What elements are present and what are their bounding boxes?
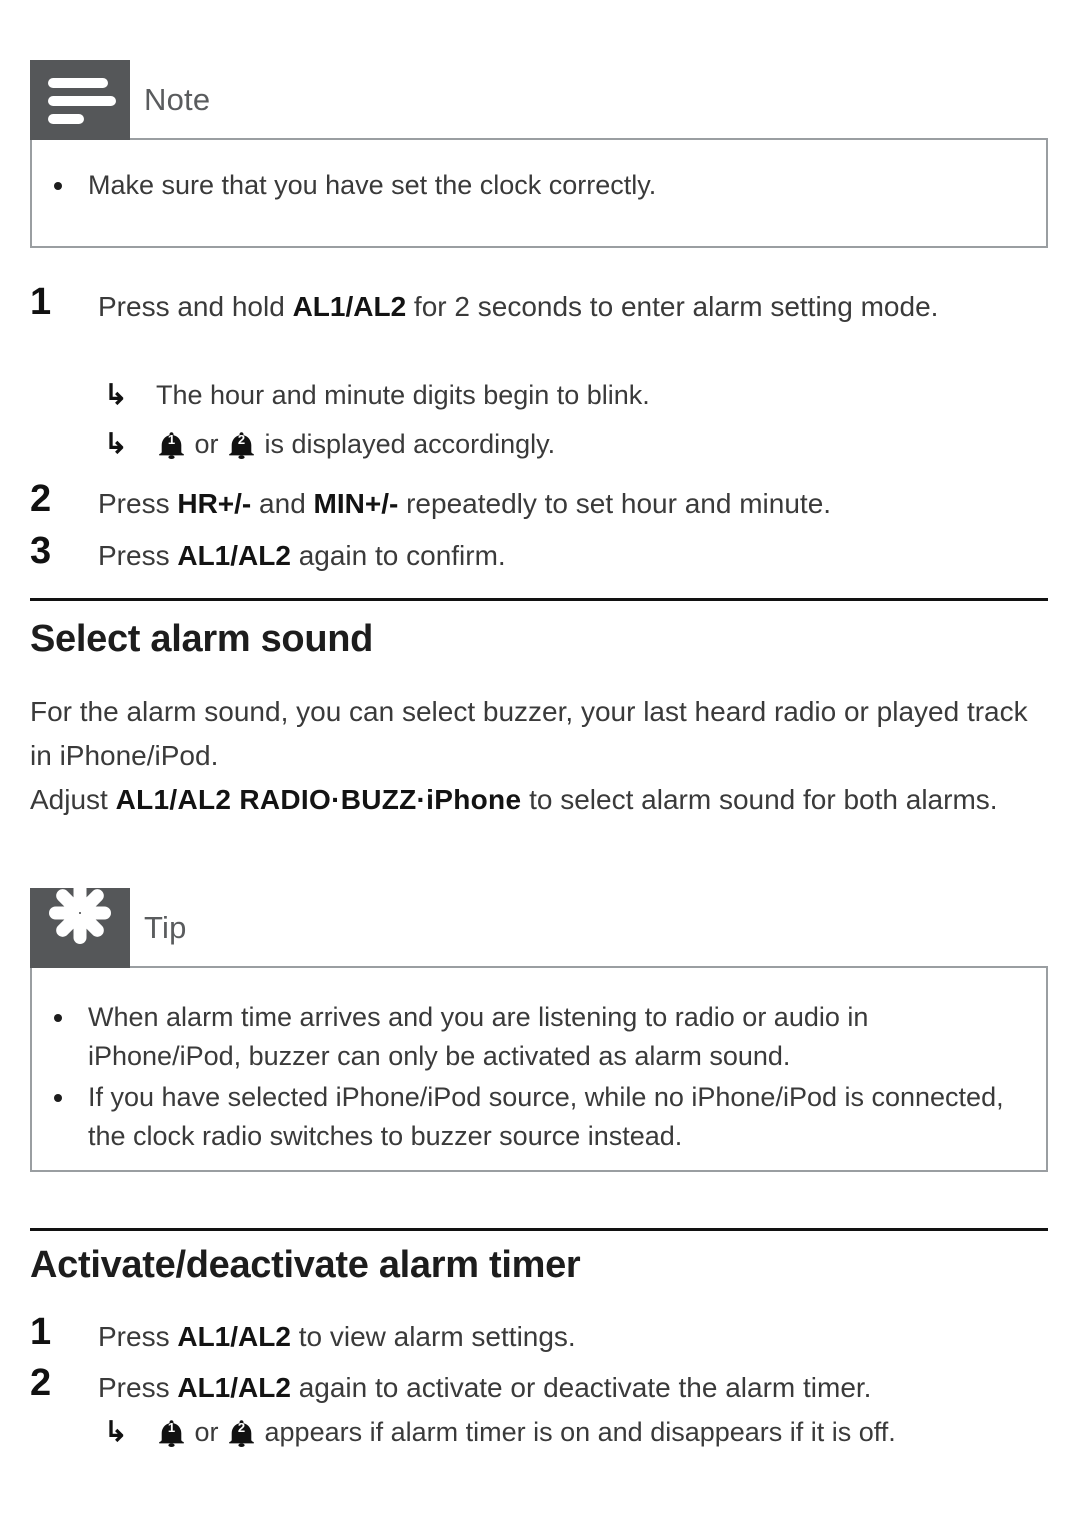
- paragraph-part: to select alarm sound for both alarms.: [521, 784, 998, 815]
- step-number: 2: [30, 478, 52, 520]
- result-text: The hour and minute digits begin to blin…: [156, 380, 650, 410]
- button-label-al1-al2: AL1/AL2: [177, 1372, 291, 1403]
- select-alarm-sound-paragraph-2: Adjust AL1/AL2 RADIO·BUZZ·iPhone to sele…: [30, 778, 1050, 822]
- step-text-part: Press: [98, 1321, 178, 1352]
- note-callout-title: Note: [144, 82, 211, 117]
- step-2: 2 Press HR+/- and MIN+/- repeatedly to s…: [30, 478, 1050, 526]
- alarm-bell-2-icon: 2: [228, 430, 255, 459]
- step-text: Press AL1/AL2 to view alarm settings.: [98, 1315, 1050, 1359]
- button-label-min: MIN+/-: [313, 488, 399, 519]
- step-1-result-1: ↳ The hour and minute digits begin to bli…: [104, 374, 1054, 416]
- tip-callout-title: Tip: [144, 910, 187, 945]
- manual-page: Note Make sure that you have set the clo…: [0, 0, 1080, 1532]
- alarm-bell-2-number: 2: [237, 432, 246, 447]
- list-item: Make sure that you have set the clock co…: [32, 166, 1022, 205]
- page-title-activate-deactivate: Activate/deactivate alarm timer: [30, 1244, 581, 1286]
- result-text-mid: or: [187, 1417, 227, 1447]
- step-1: 1 Press and hold AL1/AL2 for 2 seconds t…: [30, 281, 1050, 329]
- paragraph-part: Adjust: [30, 784, 116, 815]
- step-text-part: Press and hold: [98, 291, 293, 322]
- page-title-select-alarm-sound: Select alarm sound: [30, 618, 374, 660]
- button-label-al1-al2: AL1/AL2: [177, 1321, 291, 1352]
- alarm-bell-1-icon: 1: [158, 1418, 185, 1447]
- step-1-result-2: ↳ 1 or 2 is displayed accordingly.: [104, 423, 1054, 465]
- note-lines-icon: [30, 60, 130, 140]
- step-number: 2: [30, 1362, 52, 1404]
- alarm-bell-1-number: 1: [167, 432, 176, 447]
- result-text: appears if alarm timer is on and disappe…: [257, 1417, 896, 1447]
- step-3: 3 Press AL1/AL2 again to confirm.: [30, 530, 1050, 578]
- result-arrow-icon: ↳: [104, 1416, 128, 1447]
- activate-step-2: 2 Press AL1/AL2 again to activate or dea…: [30, 1362, 1050, 1410]
- step-text-part: Press: [98, 540, 178, 571]
- button-label-hr: HR+/-: [177, 488, 252, 519]
- activate-step-1: 1 Press AL1/AL2 to view alarm settings.: [30, 1311, 1050, 1359]
- step-number: 1: [30, 1311, 52, 1353]
- starburst-icon: [30, 882, 130, 968]
- button-label-al1-al2: AL1/AL2: [292, 291, 407, 322]
- step-text: Press AL1/AL2 again to activate or deact…: [98, 1366, 1050, 1410]
- section-divider: [30, 1228, 1048, 1231]
- section-divider: [30, 598, 1048, 601]
- list-item: If you have selected iPhone/iPod source,…: [32, 1078, 1022, 1156]
- note-callout-header: Note: [30, 60, 1048, 140]
- step-text: Press and hold AL1/AL2 for 2 seconds to …: [98, 285, 1050, 329]
- step-number: 1: [30, 281, 52, 323]
- control-label-radio-buzz-iphone: AL1/AL2 RADIO·BUZZ·iPhone: [115, 784, 522, 815]
- button-label-al1-al2: AL1/AL2: [177, 540, 291, 571]
- step-text-part: again to confirm.: [290, 540, 506, 571]
- alarm-bell-2-icon: 2: [228, 1418, 255, 1447]
- note-bullet-list: Make sure that you have set the clock co…: [32, 166, 1022, 205]
- step-text-part: Press: [98, 1372, 178, 1403]
- alarm-bell-1-icon: 1: [158, 430, 185, 459]
- step-text-part: for 2 seconds to enter alarm setting mod…: [406, 291, 939, 322]
- step-text-part: to view alarm settings.: [290, 1321, 576, 1352]
- step-text: Press AL1/AL2 again to confirm.: [98, 534, 1050, 578]
- step-text: Press HR+/- and MIN+/- repeatedly to set…: [98, 482, 1050, 526]
- step-number: 3: [30, 530, 52, 572]
- result-arrow-icon: ↳: [104, 379, 128, 410]
- tip-callout: Tip When alarm time arrives and you are …: [30, 882, 1048, 1172]
- result-text-mid: or: [187, 429, 227, 459]
- step-text-part: Press: [98, 488, 178, 519]
- activate-step-2-result: ↳ 1 or 2 appears if alarm timer is on an…: [104, 1411, 1054, 1453]
- step-text-part: repeatedly to set hour and minute.: [398, 488, 832, 519]
- select-alarm-sound-paragraph-1: For the alarm sound, you can select buzz…: [30, 696, 1028, 771]
- note-callout: Note Make sure that you have set the clo…: [30, 60, 1048, 248]
- tip-callout-body: When alarm time arrives and you are list…: [30, 966, 1048, 1172]
- result-arrow-icon: ↳: [104, 428, 128, 459]
- list-item: When alarm time arrives and you are list…: [32, 998, 1022, 1076]
- tip-callout-header: Tip: [30, 882, 1048, 968]
- result-text: is displayed accordingly.: [257, 429, 556, 459]
- tip-bullet-list: When alarm time arrives and you are list…: [32, 998, 1022, 1156]
- note-callout-body: Make sure that you have set the clock co…: [30, 138, 1048, 248]
- step-text-part: again to activate or deactivate the alar…: [290, 1372, 872, 1403]
- alarm-bell-1-number: 1: [167, 1420, 176, 1435]
- alarm-bell-2-number: 2: [237, 1420, 246, 1435]
- step-text-part: and: [251, 488, 314, 519]
